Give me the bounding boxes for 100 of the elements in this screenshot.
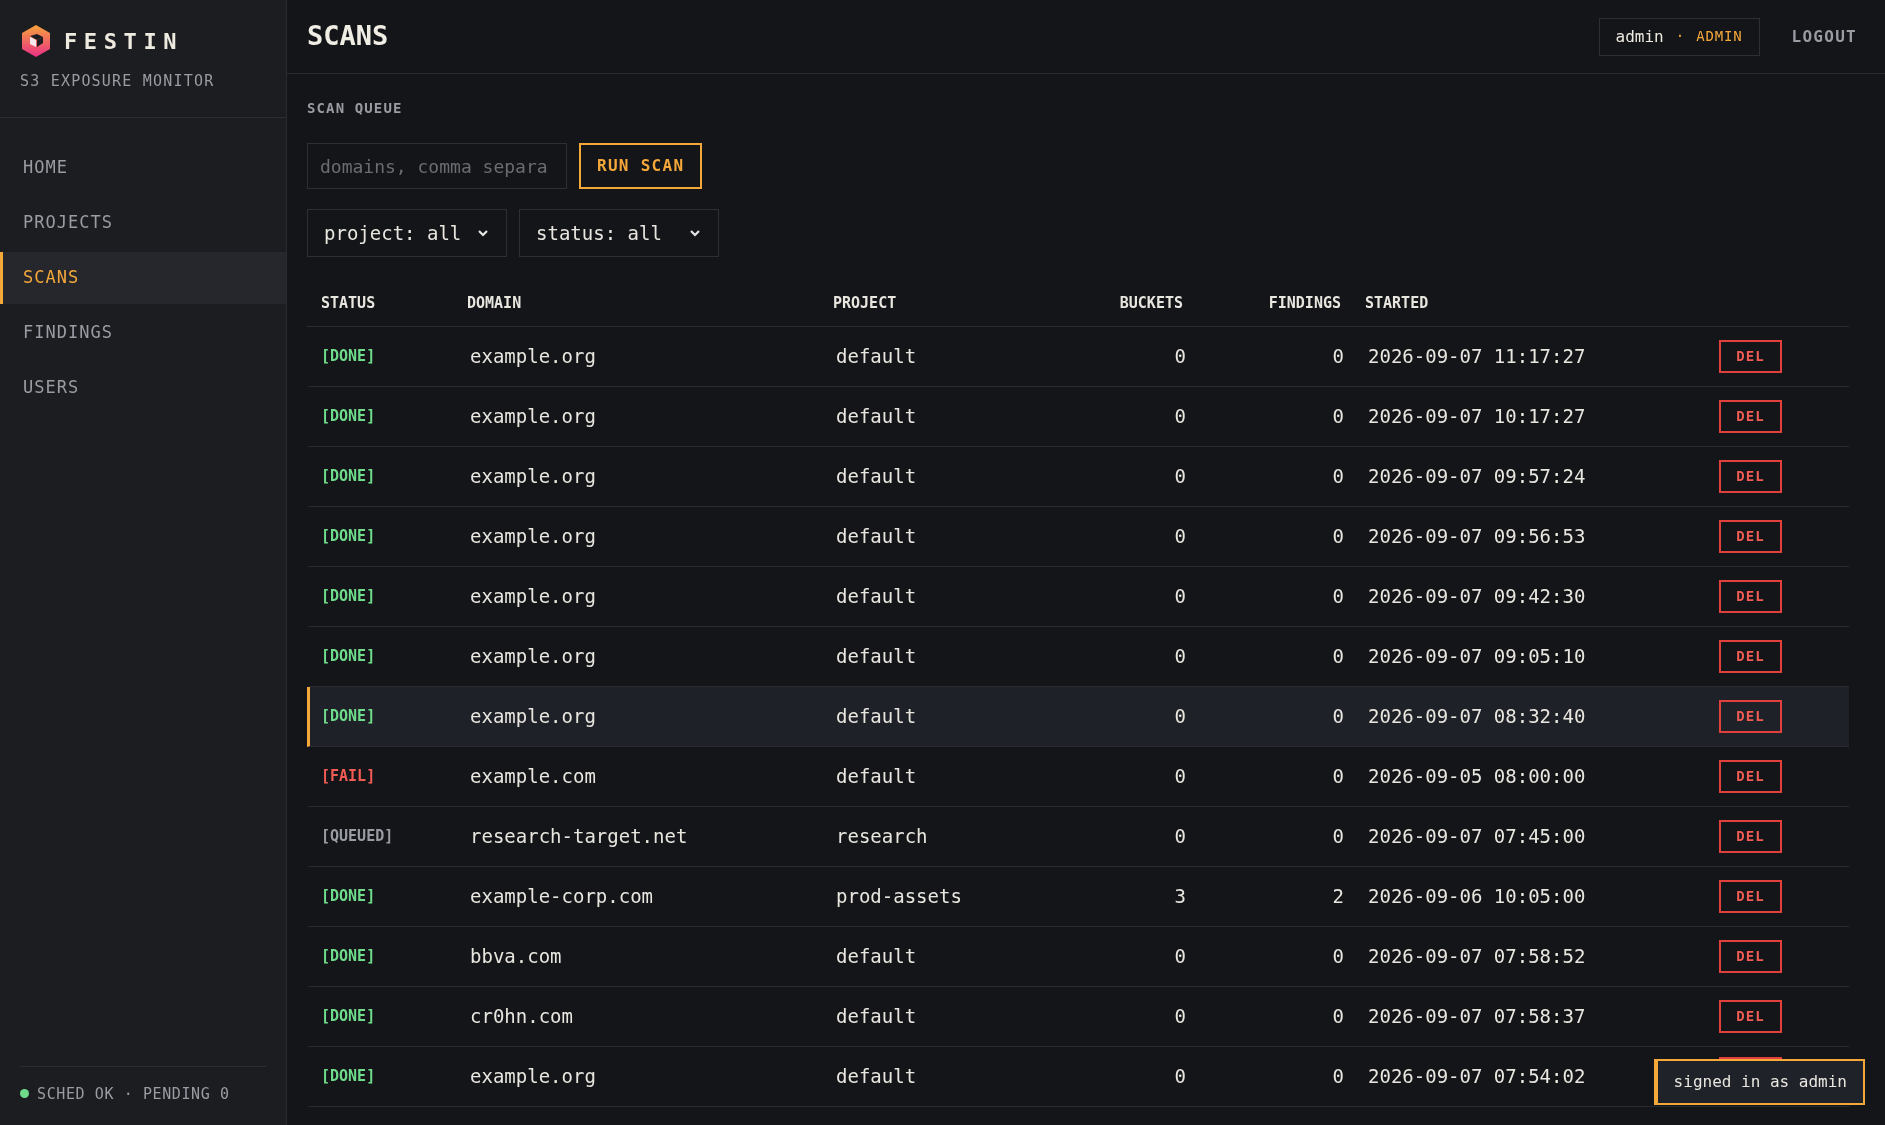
section-heading: SCAN QUEUE bbox=[307, 99, 404, 118]
status-label: [DONE] bbox=[320, 1006, 377, 1028]
delete-button[interactable]: DEL bbox=[1719, 400, 1782, 433]
delete-button[interactable]: DEL bbox=[1719, 640, 1782, 673]
project-filter-select[interactable]: project: all bbox=[307, 209, 507, 257]
table-cell-text: example.org bbox=[470, 344, 597, 370]
status-label: [FAIL] bbox=[320, 766, 377, 788]
brand-name: FESTIN bbox=[64, 27, 184, 56]
delete-button[interactable]: DEL bbox=[1719, 1000, 1782, 1033]
delete-button[interactable]: DEL bbox=[1719, 340, 1782, 373]
table-cell-text: 0 bbox=[1174, 764, 1186, 790]
status-label: [DONE] bbox=[320, 466, 377, 488]
table-cell-text: default bbox=[836, 764, 918, 790]
user-role: ADMIN bbox=[1696, 27, 1743, 46]
table-row[interactable]: [DONE] example.org default 0 0 2026-09-07 11:17:27 DEL bbox=[307, 327, 1849, 387]
delete-button[interactable]: DEL bbox=[1719, 880, 1782, 913]
table-cell-text: bbva.com bbox=[470, 944, 563, 970]
column-header: BUCKETS bbox=[1119, 293, 1183, 315]
table-cell-text: default bbox=[836, 464, 918, 490]
table-cell-text: 0 bbox=[1332, 704, 1344, 730]
delete-button[interactable]: DEL bbox=[1719, 820, 1782, 853]
table-cell-text: 0 bbox=[1332, 584, 1344, 610]
table-cell-text: 0 bbox=[1332, 524, 1344, 550]
table-cell: 2026-09-07 08:32:40 bbox=[1368, 705, 1586, 728]
table-cell-text: default bbox=[836, 404, 918, 430]
column-header: PROJECT bbox=[833, 293, 898, 315]
table-row[interactable]: [DONE] example.org default 0 0 2026-09-07 10:17:27 DEL bbox=[307, 387, 1849, 447]
table-cell-text: default bbox=[836, 1064, 918, 1090]
status-label: [DONE] bbox=[320, 1066, 377, 1088]
status-label: [DONE] bbox=[320, 526, 377, 548]
status-label: [DONE] bbox=[320, 946, 377, 968]
table-cell-text: default bbox=[836, 944, 918, 970]
table-cell: 2026-09-07 07:45:00 bbox=[1368, 825, 1586, 848]
delete-button[interactable]: DEL bbox=[1719, 520, 1782, 553]
table-cell: 2026-09-07 09:05:10 bbox=[1368, 645, 1586, 668]
user-name: admin bbox=[1615, 25, 1664, 48]
table-cell: 2026-09-07 07:58:52 bbox=[1368, 945, 1586, 968]
delete-button[interactable]: DEL bbox=[1719, 460, 1782, 493]
table-cell-text: default bbox=[836, 644, 918, 670]
table-cell-text: 0 bbox=[1332, 464, 1344, 490]
table-cell-text: research-target.net bbox=[470, 824, 689, 850]
table-cell-text: 0 bbox=[1332, 764, 1344, 790]
table-cell-text: example-corp.com bbox=[470, 884, 655, 910]
table-cell-text: 0 bbox=[1332, 644, 1344, 670]
nav-item[interactable]: SCANS bbox=[0, 251, 286, 304]
table-cell: 2026-09-07 07:58:37 bbox=[1368, 1005, 1586, 1028]
table-cell-text: 0 bbox=[1174, 824, 1186, 850]
delete-button[interactable]: DEL bbox=[1719, 580, 1782, 613]
table-row[interactable]: [DONE] example.org default 0 0 2026-09-07 09:42:30 DEL bbox=[307, 567, 1849, 627]
table-cell-text: example.org bbox=[470, 704, 597, 730]
table-cell-text: example.org bbox=[470, 464, 597, 490]
table-row[interactable]: [DONE] example.org default 0 0 2026-09-07 08:32:40 DEL bbox=[307, 687, 1849, 747]
table-cell-text: 0 bbox=[1174, 704, 1186, 730]
column-header: STARTED bbox=[1364, 293, 1430, 315]
status-label: [DONE] bbox=[320, 346, 377, 368]
table-cell-text: prod-assets bbox=[836, 884, 963, 910]
table-cell-text: research bbox=[836, 824, 929, 850]
table-row[interactable]: [QUEUED] research-target.net research 0 0 2026-09-07 07:45:00 DEL bbox=[307, 807, 1849, 867]
status-label: [DONE] bbox=[320, 886, 377, 908]
run-scan-button[interactable]: RUN SCAN bbox=[579, 143, 703, 189]
status-label: [DONE] bbox=[320, 406, 377, 428]
table-cell-text: 0 bbox=[1332, 404, 1344, 430]
table-cell-text: default bbox=[836, 704, 918, 730]
logo-icon bbox=[20, 24, 52, 58]
table-cell: 2026-09-07 09:42:30 bbox=[1368, 585, 1586, 608]
table-cell-text: 0 bbox=[1174, 1004, 1186, 1030]
table-row[interactable]: [DONE] bbva.com default 0 0 2026-09-07 07:58:52 DEL bbox=[307, 927, 1849, 987]
status-filter-select[interactable]: status: all bbox=[519, 209, 719, 257]
table-row[interactable]: [DONE] example.org default 0 0 2026-09-07 09:56:53 DEL bbox=[307, 507, 1849, 567]
nav-item[interactable]: HOME bbox=[0, 141, 286, 194]
table-cell-text: default bbox=[836, 584, 918, 610]
delete-button[interactable]: DEL bbox=[1719, 700, 1782, 733]
table-cell-text: example.org bbox=[470, 404, 597, 430]
nav-item[interactable]: PROJECTS bbox=[0, 196, 286, 249]
table-cell-text: 0 bbox=[1332, 1004, 1344, 1030]
table-cell-text: 0 bbox=[1174, 404, 1186, 430]
table-cell-text: example.com bbox=[470, 764, 597, 790]
table-cell-text: 0 bbox=[1332, 344, 1344, 370]
table-row[interactable]: [DONE] example-corp.com prod-assets 3 2 2026-09-06 10:05:00 DEL bbox=[307, 867, 1849, 927]
table-cell-text: example.org bbox=[470, 584, 597, 610]
scheduler-status: SCHED OK · PENDING 0 bbox=[37, 1083, 230, 1105]
table-row[interactable]: [FAIL] example.com default 0 0 2026-09-05 08:00:00 DEL bbox=[307, 747, 1849, 807]
table-cell-text: default bbox=[836, 344, 918, 370]
delete-button[interactable]: DEL bbox=[1719, 760, 1782, 793]
table-cell: 2026-09-05 08:00:00 bbox=[1368, 765, 1586, 788]
nav-item[interactable]: FINDINGS bbox=[0, 306, 286, 359]
table-cell-text: default bbox=[836, 524, 918, 550]
column-header: DOMAIN bbox=[467, 293, 523, 315]
domains-input-field[interactable]: domains, comma separa bbox=[307, 143, 567, 189]
table-cell: 2026-09-06 10:05:00 bbox=[1368, 885, 1586, 908]
toast-notification: signed in as admin bbox=[1653, 1059, 1865, 1105]
page-title: SCANS bbox=[307, 19, 389, 54]
column-header: STATUS bbox=[320, 293, 377, 315]
table-row[interactable]: [DONE] example.org default 0 0 2026-09-07 09:57:24 DEL bbox=[307, 447, 1849, 507]
logout-button[interactable]: LOGOUT bbox=[1791, 24, 1857, 49]
table-row[interactable]: [DONE] cr0hn.com default 0 0 2026-09-07 07:58:37 DEL bbox=[307, 987, 1849, 1047]
delete-button[interactable]: DEL bbox=[1719, 940, 1782, 973]
nav-item[interactable]: USERS bbox=[0, 361, 286, 414]
table-cell-text: 0 bbox=[1174, 944, 1186, 970]
table-cell-text: 2 bbox=[1332, 884, 1344, 910]
